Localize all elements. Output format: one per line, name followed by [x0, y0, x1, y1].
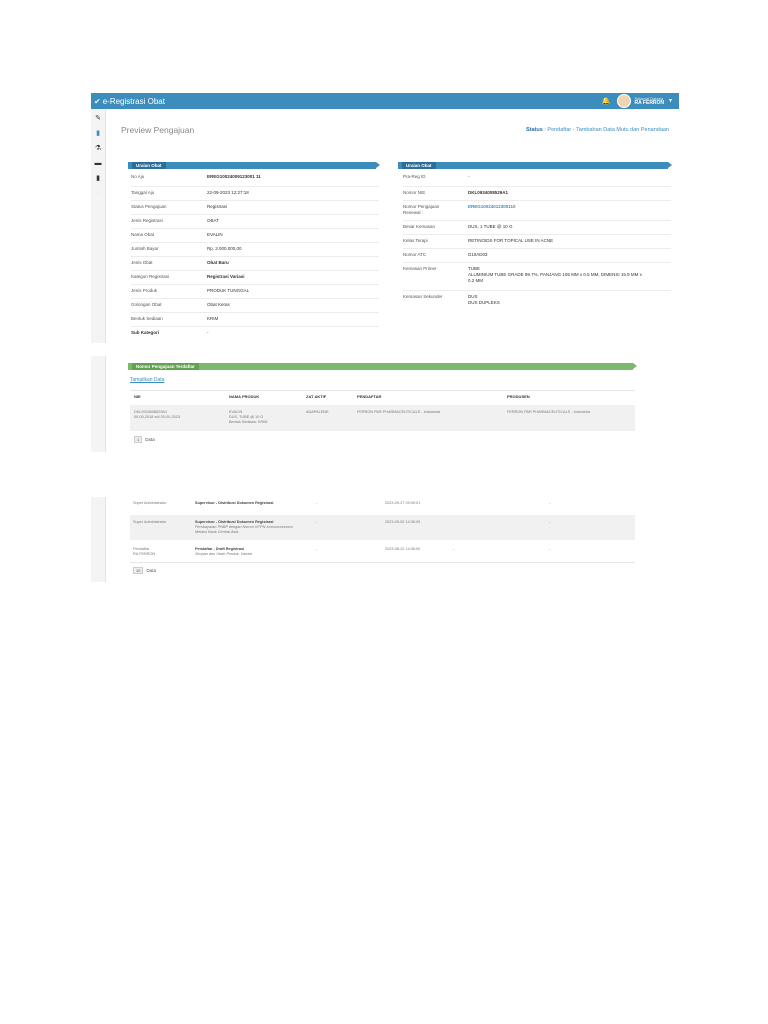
- cell-zat: ADAPALENE: [306, 410, 329, 414]
- list-item: Jenis Produk PRODUK TUNGGAL: [131, 285, 379, 299]
- show-data-link[interactable]: Tampilkan Data: [130, 377, 164, 383]
- history-panel: Super Administrator Supervisor - Distrib…: [91, 497, 679, 582]
- section-header-uraian-left: Uraian Obat: [128, 162, 380, 169]
- list-item: Kemasan Primer TUBE ALUMINIUM TUBE GRADE…: [403, 263, 671, 291]
- section-title: Nomor Pengajuan Terdaftar: [132, 363, 199, 370]
- history-title: Supervisor - Distribusi Dokumen Registra…: [195, 501, 274, 505]
- list-item: Pra-Reg ID -: [403, 174, 671, 187]
- book-icon[interactable]: ▮: [94, 175, 102, 183]
- breadcrumb: Status : Pendaftar - Tambahan Data Mutu …: [526, 127, 669, 133]
- section-header-nomor: Nomor Pengajuan Terdaftar: [128, 363, 637, 370]
- check-icon: ✔: [94, 96, 101, 106]
- sidebar: [91, 356, 106, 452]
- breadcrumb-path: : Pendaftar - Tambahan Data Mutu dan Pen…: [542, 127, 669, 133]
- history-role: Super Administrator: [133, 501, 167, 505]
- history-time: 2023-08-22 14:36:00: [385, 547, 421, 551]
- cell-produsen: FERRON PAR PHARMACEUTICALS - Indonesia: [507, 410, 591, 414]
- col-header-pendaftar[interactable]: PENDAFTAR: [357, 394, 381, 399]
- section-title: Uraian Obat: [132, 162, 166, 169]
- history-title: Supervisor - Distribusi Dokumen Registra…: [195, 520, 293, 534]
- user-greeting: Selamat Datang: [634, 96, 664, 101]
- list-item: Nomor Pengajuan Renewal : EREG10024012300…: [403, 201, 671, 221]
- page-title: Preview Pengajuan: [121, 125, 195, 135]
- app-title: e-Registrasi Obat: [102, 96, 165, 106]
- list-item: Kategori Registrasi Registrasi Variasi: [131, 271, 379, 285]
- list-item: Bentuk Sediaan KRIM: [131, 313, 379, 327]
- table-row[interactable]: [130, 405, 635, 431]
- folder-icon[interactable]: ▬: [94, 160, 102, 168]
- section-header-uraian-right: Uraian Obat: [398, 162, 672, 169]
- history-time: 2023-09-27 09:00:01: [385, 501, 421, 505]
- list-item: Tanggal Aju 22-09-2023 12:27:18: [131, 187, 379, 201]
- bell-icon[interactable]: 🔔: [602, 97, 611, 105]
- app-brand[interactable]: ✔ e-Registrasi Obat: [94, 95, 165, 107]
- cell-nie: DKL0934008529A1 00-00-2018 s/d 00-00-202…: [134, 410, 181, 419]
- list-item: Sub Kategori -: [131, 330, 209, 335]
- pager-label: Data: [145, 437, 155, 442]
- col-header-nie[interactable]: NIE: [134, 394, 141, 399]
- renewal-link[interactable]: EREG10024012300110: [468, 204, 516, 209]
- list-item: Jumlah Bayar Rp. 2.000.000,00: [131, 243, 379, 257]
- list-item: Status Pengajuan Registrasi: [131, 201, 379, 215]
- sidebar: [91, 497, 106, 582]
- pagination: 10 Data: [133, 567, 156, 574]
- book-icon[interactable]: ▮: [94, 130, 102, 138]
- pager-label: Data: [146, 568, 156, 573]
- history-title: Pendaftar - Draft Registrasi Simpan dan …: [195, 547, 253, 556]
- list-item: Kelas Terapi RETINOIDS FOR TOPICAL USE IN…: [403, 235, 671, 249]
- list-item: No Aju EREG10024009123001 11: [131, 174, 379, 187]
- history-role: Pendaftar RA FERRON: [133, 547, 156, 556]
- cell-pendaftar: FERRON PAR PHARMACEUTICALS - Indonesia: [357, 410, 441, 414]
- col-header-produsen[interactable]: PRODUSEN: [507, 394, 530, 399]
- list-item: Jenis Obat Obat Baru: [131, 257, 379, 271]
- preview-panel: ✔ e-Registrasi Obat 🔔 Selamat Datang RA …: [91, 93, 679, 343]
- pencil-icon[interactable]: ✎: [94, 115, 102, 123]
- list-item: Jenis Registrasi OBAT: [131, 215, 379, 229]
- more-icon[interactable]: ·: [94, 189, 102, 197]
- history-role: Super Administrator: [133, 520, 167, 524]
- cell-produk: EVALIN DUS, TUBE @ 10 G Bentuk Sediaan: …: [229, 410, 268, 424]
- chevron-down-icon[interactable]: ▼: [668, 98, 673, 104]
- list-item: Golongan Obat Obat Keras: [131, 299, 379, 313]
- sidebar: ✎ ▮ ⚗ ▬ ▮ ·: [91, 109, 106, 343]
- history-time: 2023-09-02 14:36:09: [385, 520, 421, 524]
- list-item: Nomor ATC D10AD03: [403, 249, 671, 263]
- section-title: Uraian Obat: [402, 162, 436, 169]
- page-size-select[interactable]: 1: [134, 436, 143, 443]
- pagination: 1 Data: [134, 436, 155, 443]
- registered-number-panel: Nomor Pengajuan Terdaftar Tampilkan Data…: [91, 356, 679, 452]
- list-item: Besar Kemasan DUS, 1 TUBE @ 10 G: [403, 221, 671, 235]
- user-name: RA FERRON: [634, 100, 665, 106]
- list-item: Nomor NIE DKL0934008529A1: [403, 187, 671, 201]
- col-header-nama-produk[interactable]: NAMA PRODUK: [229, 394, 259, 399]
- avatar: [616, 94, 631, 108]
- page-size-select[interactable]: 10: [133, 567, 144, 574]
- flask-icon[interactable]: ⚗: [94, 145, 102, 153]
- breadcrumb-status[interactable]: Status: [526, 127, 543, 133]
- top-navbar: ✔ e-Registrasi Obat 🔔 Selamat Datang RA …: [91, 93, 679, 109]
- uraian-left-list: No Aju EREG10024009123001 11 Tanggal Aju 2…: [131, 174, 379, 341]
- user-menu[interactable]: 🔔 Selamat Datang RA FERRON ▼: [602, 94, 673, 108]
- col-header-zat-aktif[interactable]: ZAT AKTIF: [306, 394, 326, 399]
- list-item: Nama Obat EVALIN: [131, 229, 379, 243]
- uraian-right-list: Pra-Reg ID - Nomor NIE DKL0934008529A1 Nom…: [403, 174, 671, 309]
- list-item: Kemasan Sekunder DUS DUS DUPLEKS: [403, 294, 500, 305]
